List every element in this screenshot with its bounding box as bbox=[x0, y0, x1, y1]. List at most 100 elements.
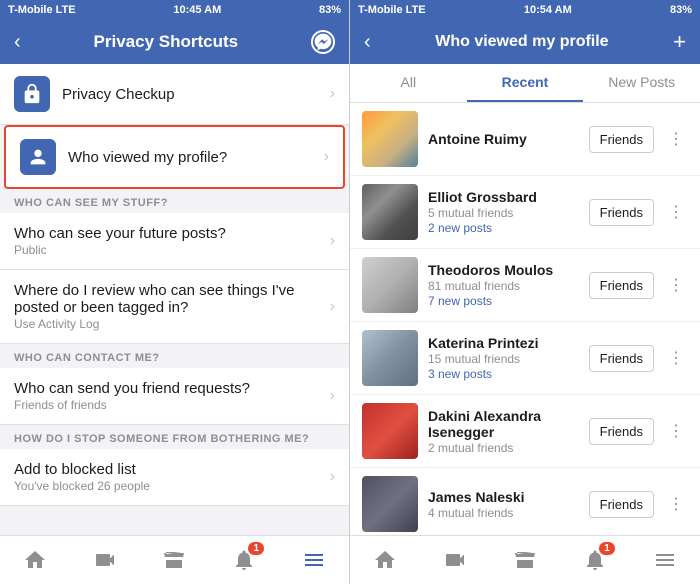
profile-mutual: 5 mutual friends bbox=[428, 206, 579, 220]
list-item: Antoine Ruimy Friends ⋮ bbox=[350, 103, 700, 176]
avatar bbox=[362, 111, 418, 167]
more-options-icon[interactable]: ⋮ bbox=[664, 421, 688, 441]
menu-item-friend-requests[interactable]: Who can send you friend requests? Friend… bbox=[0, 368, 349, 425]
friends-button[interactable]: Friends bbox=[589, 199, 654, 226]
profile-new-posts: 3 new posts bbox=[428, 367, 579, 381]
right-carrier: T-Mobile LTE bbox=[358, 4, 426, 16]
profile-name: James Naleski bbox=[428, 489, 579, 505]
menu-item-activity-log[interactable]: Where do I review who can see things I'v… bbox=[0, 270, 349, 344]
left-menu-list: Privacy Checkup › Who viewed my profile?… bbox=[0, 64, 349, 535]
block-label: Add to blocked list You've blocked 26 pe… bbox=[14, 461, 318, 493]
block-chevron: › bbox=[330, 468, 335, 486]
left-status-bar: T-Mobile LTE 10:45 AM 83% bbox=[0, 0, 349, 20]
section-header-contact: WHO CAN CONTACT ME? bbox=[0, 344, 349, 368]
profile-list: Antoine Ruimy Friends ⋮ Elliot Grossbard… bbox=[350, 103, 700, 535]
right-bottom-nav: 1 bbox=[350, 535, 700, 584]
profile-name: Dakini Alexandra Isenegger bbox=[428, 408, 579, 440]
future-posts-chevron: › bbox=[330, 232, 335, 250]
person-icon bbox=[20, 139, 56, 175]
left-nav-title: Privacy Shortcuts bbox=[94, 32, 239, 52]
list-item: Katerina Printezi 15 mutual friends 3 ne… bbox=[350, 322, 700, 395]
right-nav-video[interactable] bbox=[420, 536, 490, 584]
right-status-bar: T-Mobile LTE 10:54 AM 83% bbox=[350, 0, 700, 20]
who-viewed-label: Who viewed my profile? bbox=[68, 149, 312, 166]
left-nav-home[interactable] bbox=[0, 536, 70, 584]
profile-info: Elliot Grossbard 5 mutual friends 2 new … bbox=[428, 189, 579, 235]
left-nav-video[interactable] bbox=[70, 536, 140, 584]
list-item: Elliot Grossbard 5 mutual friends 2 new … bbox=[350, 176, 700, 249]
profile-mutual: 2 mutual friends bbox=[428, 441, 579, 455]
left-nav-store[interactable] bbox=[140, 536, 210, 584]
lock-icon bbox=[14, 76, 50, 112]
left-nav-bar: ‹ Privacy Shortcuts bbox=[0, 20, 349, 64]
friends-button[interactable]: Friends bbox=[589, 272, 654, 299]
right-nav-bar: ‹ Who viewed my profile + bbox=[350, 20, 700, 64]
right-back-button[interactable]: ‹ bbox=[364, 31, 371, 54]
messenger-icon[interactable] bbox=[311, 30, 335, 54]
avatar bbox=[362, 184, 418, 240]
left-nav-notifications[interactable]: 1 bbox=[209, 536, 279, 584]
tabs-bar: All Recent New Posts bbox=[350, 64, 700, 103]
profile-mutual: 81 mutual friends bbox=[428, 279, 579, 293]
right-nav-home[interactable] bbox=[350, 536, 420, 584]
profile-new-posts: 7 new posts bbox=[428, 294, 579, 308]
menu-item-privacy-checkup[interactable]: Privacy Checkup › bbox=[0, 64, 349, 125]
right-plus-button[interactable]: + bbox=[673, 29, 686, 55]
right-nav-menu[interactable] bbox=[630, 536, 700, 584]
profile-info: Katerina Printezi 15 mutual friends 3 ne… bbox=[428, 335, 579, 381]
menu-item-future-posts[interactable]: Who can see your future posts? Public › bbox=[0, 213, 349, 270]
section-header-block: HOW DO I STOP SOMEONE FROM BOTHERING ME? bbox=[0, 425, 349, 449]
right-battery: 83% bbox=[670, 4, 692, 16]
left-carrier: T-Mobile LTE bbox=[8, 4, 76, 16]
profile-new-posts: 2 new posts bbox=[428, 221, 579, 235]
list-item: Dakini Alexandra Isenegger 2 mutual frie… bbox=[350, 395, 700, 468]
right-panel: T-Mobile LTE 10:54 AM 83% ‹ Who viewed m… bbox=[350, 0, 700, 584]
right-notifications-badge: 1 bbox=[599, 542, 615, 555]
more-options-icon[interactable]: ⋮ bbox=[664, 129, 688, 149]
future-posts-label: Who can see your future posts? Public bbox=[14, 225, 318, 257]
friends-button[interactable]: Friends bbox=[589, 345, 654, 372]
left-time: 10:45 AM bbox=[173, 4, 221, 16]
list-item: Theodoros Moulos 81 mutual friends 7 new… bbox=[350, 249, 700, 322]
more-options-icon[interactable]: ⋮ bbox=[664, 202, 688, 222]
profile-name: Antoine Ruimy bbox=[428, 131, 579, 147]
tab-new-posts[interactable]: New Posts bbox=[583, 64, 700, 102]
profile-mutual: 4 mutual friends bbox=[428, 506, 579, 520]
who-viewed-chevron: › bbox=[324, 148, 329, 166]
profile-info: Dakini Alexandra Isenegger 2 mutual frie… bbox=[428, 408, 579, 455]
privacy-checkup-chevron: › bbox=[330, 85, 335, 103]
activity-log-chevron: › bbox=[330, 298, 335, 316]
profile-info: Antoine Ruimy bbox=[428, 131, 579, 147]
friends-button[interactable]: Friends bbox=[589, 418, 654, 445]
friends-button[interactable]: Friends bbox=[589, 491, 654, 518]
profile-info: Theodoros Moulos 81 mutual friends 7 new… bbox=[428, 262, 579, 308]
friend-requests-label: Who can send you friend requests? Friend… bbox=[14, 380, 318, 412]
profile-name: Elliot Grossbard bbox=[428, 189, 579, 205]
profile-name: Katerina Printezi bbox=[428, 335, 579, 351]
tab-all[interactable]: All bbox=[350, 64, 467, 102]
left-nav-menu[interactable] bbox=[279, 536, 349, 584]
avatar bbox=[362, 257, 418, 313]
more-options-icon[interactable]: ⋮ bbox=[664, 275, 688, 295]
left-back-button[interactable]: ‹ bbox=[14, 31, 21, 54]
activity-log-label: Where do I review who can see things I'v… bbox=[14, 282, 318, 331]
menu-item-who-viewed[interactable]: Who viewed my profile? › bbox=[4, 125, 345, 189]
privacy-checkup-label: Privacy Checkup bbox=[62, 86, 318, 103]
friend-requests-chevron: › bbox=[330, 387, 335, 405]
profile-name: Theodoros Moulos bbox=[428, 262, 579, 278]
profile-info: James Naleski 4 mutual friends bbox=[428, 489, 579, 520]
left-notifications-badge: 1 bbox=[248, 542, 264, 555]
tab-recent[interactable]: Recent bbox=[467, 64, 584, 102]
list-item: James Naleski 4 mutual friends Friends ⋮ bbox=[350, 468, 700, 535]
menu-item-block[interactable]: Add to blocked list You've blocked 26 pe… bbox=[0, 449, 349, 506]
section-header-see-stuff: WHO CAN SEE MY STUFF? bbox=[0, 189, 349, 213]
right-nav-notifications[interactable]: 1 bbox=[560, 536, 630, 584]
left-bottom-nav: 1 bbox=[0, 535, 349, 584]
more-options-icon[interactable]: ⋮ bbox=[664, 494, 688, 514]
more-options-icon[interactable]: ⋮ bbox=[664, 348, 688, 368]
friends-button[interactable]: Friends bbox=[589, 126, 654, 153]
right-nav-store[interactable] bbox=[490, 536, 560, 584]
left-battery: 83% bbox=[319, 4, 341, 16]
avatar bbox=[362, 476, 418, 532]
avatar bbox=[362, 330, 418, 386]
